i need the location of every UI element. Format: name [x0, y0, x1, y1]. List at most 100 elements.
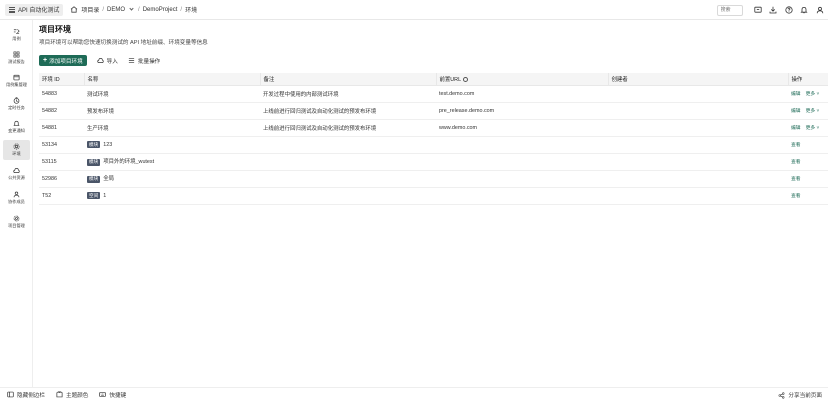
top-bar: API 自动化测试 项目录 / DEMO / DemoProject / 环境 — [0, 0, 828, 20]
scenario-icon — [13, 29, 20, 35]
sidebar-item-suites[interactable]: 用例集管理 — [3, 71, 30, 91]
column-header-name[interactable]: 名称 — [84, 73, 261, 86]
env-id: 52986 — [39, 170, 84, 188]
more-link[interactable]: 更多 ˅ — [806, 92, 820, 97]
table-header-row: 环境 ID 名称 备注 前置URL 创建者 操作 — [39, 73, 828, 86]
env-id: 54883 — [39, 85, 84, 103]
sidebar-item-notifications[interactable]: 变更通知 — [3, 117, 30, 137]
env-name: 模块 全局 — [84, 170, 260, 188]
theme-color-button[interactable]: 主题颜色 — [56, 391, 88, 399]
footer-bar: 隐藏侧边栏 主题颜色 快捷键 分享当前页面 — [0, 387, 828, 401]
env-url — [436, 170, 608, 188]
env-url: www.demo.com — [436, 119, 608, 137]
column-header-url[interactable]: 前置URL — [436, 73, 609, 86]
environment-icon — [13, 143, 20, 150]
env-url — [436, 136, 608, 154]
toolbar: + 添加项目环境 导入 批量操作 — [39, 55, 160, 66]
env-note: 开发过程中使用的内部测试环境 — [260, 85, 436, 103]
edit-link[interactable]: 编辑 — [791, 126, 801, 131]
table-row[interactable]: 53115 模块 项目外的环境_wutest 查看 — [39, 153, 828, 171]
env-creator — [608, 153, 788, 171]
screen-icon[interactable] — [751, 0, 765, 20]
env-creator — [608, 170, 788, 188]
page-description: 项目环境可以帮助您快速切换测试的 API 地址前缀、环境变量等信息 — [39, 40, 208, 46]
column-header-id[interactable]: 环境 ID — [39, 73, 85, 86]
collapse-sidebar-button[interactable]: 隐藏侧边栏 — [7, 391, 45, 399]
suite-icon — [13, 74, 20, 81]
help-icon[interactable] — [782, 0, 796, 20]
members-icon — [13, 191, 20, 198]
view-link[interactable]: 查看 — [791, 160, 801, 165]
user-avatar[interactable] — [813, 0, 827, 20]
breadcrumb-project[interactable]: DemoProject — [143, 7, 178, 13]
search-input[interactable] — [716, 4, 743, 16]
env-name-text: 全局 — [103, 176, 114, 183]
table-row[interactable]: 54883 测试环境 开发过程中使用的内部测试环境 test.demo.com … — [39, 85, 828, 103]
column-header-creator[interactable]: 创建者 — [608, 73, 789, 86]
sidebar-item-label: 用例集管理 — [6, 82, 27, 87]
breadcrumb-team[interactable]: DEMO — [107, 7, 125, 13]
info-icon[interactable] — [463, 76, 469, 82]
list-icon — [128, 58, 134, 63]
env-name: 测试环境 — [84, 85, 260, 103]
more-label: 更多 — [805, 92, 816, 97]
cloud-import-icon — [97, 58, 104, 63]
view-link[interactable]: 查看 — [791, 177, 801, 182]
chevron-down-icon[interactable] — [129, 6, 134, 11]
sidebar-item-public-resources[interactable]: 公共资源 — [3, 164, 30, 184]
more-link[interactable]: 更多 ˅ — [806, 109, 820, 114]
sidebar-item-label: 公共资源 — [8, 175, 25, 180]
env-note — [260, 187, 436, 205]
env-actions: 查看 — [788, 153, 828, 171]
shortcuts-button[interactable]: 快捷键 — [99, 391, 126, 399]
home-icon — [70, 6, 78, 13]
environments-table: 环境 ID 名称 备注 前置URL 创建者 操作 54883 测试环境 开发过程… — [39, 73, 828, 205]
sidebar-item-members[interactable]: 协作成员 — [3, 188, 30, 208]
more-label: 更多 — [805, 126, 816, 131]
view-link[interactable]: 查看 — [791, 143, 801, 148]
sidebar-item-label: 项目管理 — [8, 223, 25, 228]
bell-icon[interactable] — [797, 0, 811, 20]
sidebar-item-project-settings[interactable]: 项目管理 — [3, 212, 30, 232]
column-header-note[interactable]: 备注 — [260, 73, 437, 86]
env-name: 空间 1 — [84, 187, 260, 205]
sidebar-item-label: 用例 — [12, 36, 21, 41]
view-link[interactable]: 查看 — [791, 194, 801, 199]
env-name-text: 1 — [103, 192, 107, 199]
collapse-sidebar-label: 隐藏侧边栏 — [17, 392, 45, 399]
table-row[interactable]: 54881 生产环境 上线前进行回归测试及自动化测试的预发布环境 www.dem… — [39, 119, 828, 137]
edit-link[interactable]: 编辑 — [791, 109, 801, 114]
env-url — [436, 153, 608, 171]
scope-badge: 模块 — [87, 175, 101, 183]
env-note: 上线前进行回归测试及自动化测试的预发布环境 — [260, 102, 436, 120]
import-button[interactable]: 导入 — [97, 57, 118, 65]
table-row[interactable]: T52 空间 1 查看 — [39, 187, 828, 205]
breadcrumb-root[interactable]: 项目录 — [81, 5, 99, 14]
share-icon — [778, 391, 785, 399]
table-row[interactable]: 53134 模块 123 查看 — [39, 136, 828, 154]
sidebar-item-reports[interactable]: 测试报告 — [3, 48, 30, 68]
theme-icon — [56, 391, 63, 398]
batch-operations-button[interactable]: 批量操作 — [128, 57, 160, 65]
more-link[interactable]: 更多 ˅ — [806, 126, 820, 131]
edit-link[interactable]: 编辑 — [791, 92, 801, 97]
app-switcher-button[interactable]: API 自动化测试 — [5, 3, 64, 16]
grid-icon — [9, 6, 15, 13]
sidebar-item-scheduled-tasks[interactable]: 定时任务 — [3, 94, 30, 114]
sidebar-item-label: 变更通知 — [8, 128, 25, 133]
sidebar-item-label: 环境 — [12, 151, 21, 156]
bell-icon — [13, 120, 20, 126]
env-name: 生产环境 — [84, 119, 260, 137]
sidebar-item-environments[interactable]: 环境 — [3, 140, 30, 160]
sidebar-toggle-icon — [7, 391, 14, 398]
table-row[interactable]: 54882 预发布环境 上线前进行回归测试及自动化测试的预发布环境 pre_re… — [39, 102, 828, 120]
share-page-label: 分享当前页面 — [788, 393, 822, 399]
table-row[interactable]: 52986 模块 全局 查看 — [39, 170, 828, 188]
env-actions: 查看 — [788, 170, 828, 188]
download-icon[interactable] — [766, 0, 780, 20]
add-environment-button[interactable]: + 添加项目环境 — [39, 55, 87, 66]
sidebar-item-scenarios[interactable]: 用例 — [3, 25, 30, 45]
share-page-button[interactable]: 分享当前页面 — [778, 388, 822, 401]
import-label: 导入 — [106, 58, 118, 65]
env-name: 模块 项目外的环境_wutest — [84, 153, 260, 171]
